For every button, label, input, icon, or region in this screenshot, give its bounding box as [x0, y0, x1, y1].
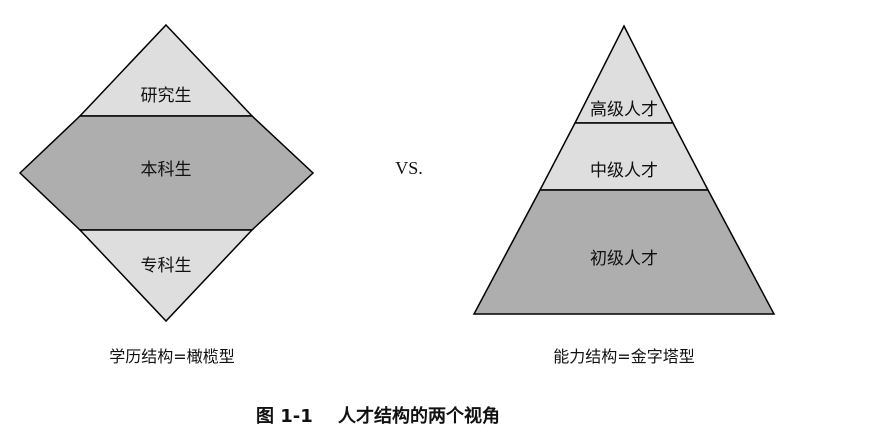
- figure-number: 图 1-1: [256, 406, 313, 427]
- pyramid-bottom-label: 初级人才: [590, 249, 658, 269]
- olive-diagram: 研究生 本科生 专科生: [18, 23, 315, 323]
- talent-structure-diagram: 研究生 本科生 专科生 VS. 高级人才 中级人才 初级人才 学历结构=橄榄型 …: [18, 23, 776, 427]
- pyramid-diagram: 高级人才 中级人才 初级人才: [472, 24, 776, 315]
- olive-caption: 学历结构=橄榄型: [109, 347, 234, 366]
- pyramid-middle-label: 中级人才: [590, 161, 658, 181]
- olive-top-label: 研究生: [141, 86, 192, 106]
- olive-bottom-label: 专科生: [141, 256, 192, 276]
- pyramid-caption: 能力结构=金字塔型: [553, 347, 694, 366]
- olive-middle-label: 本科生: [141, 160, 192, 180]
- vs-label: VS.: [395, 158, 423, 178]
- pyramid-top-label: 高级人才: [590, 100, 658, 120]
- figure-title: 人才结构的两个视角: [338, 405, 500, 427]
